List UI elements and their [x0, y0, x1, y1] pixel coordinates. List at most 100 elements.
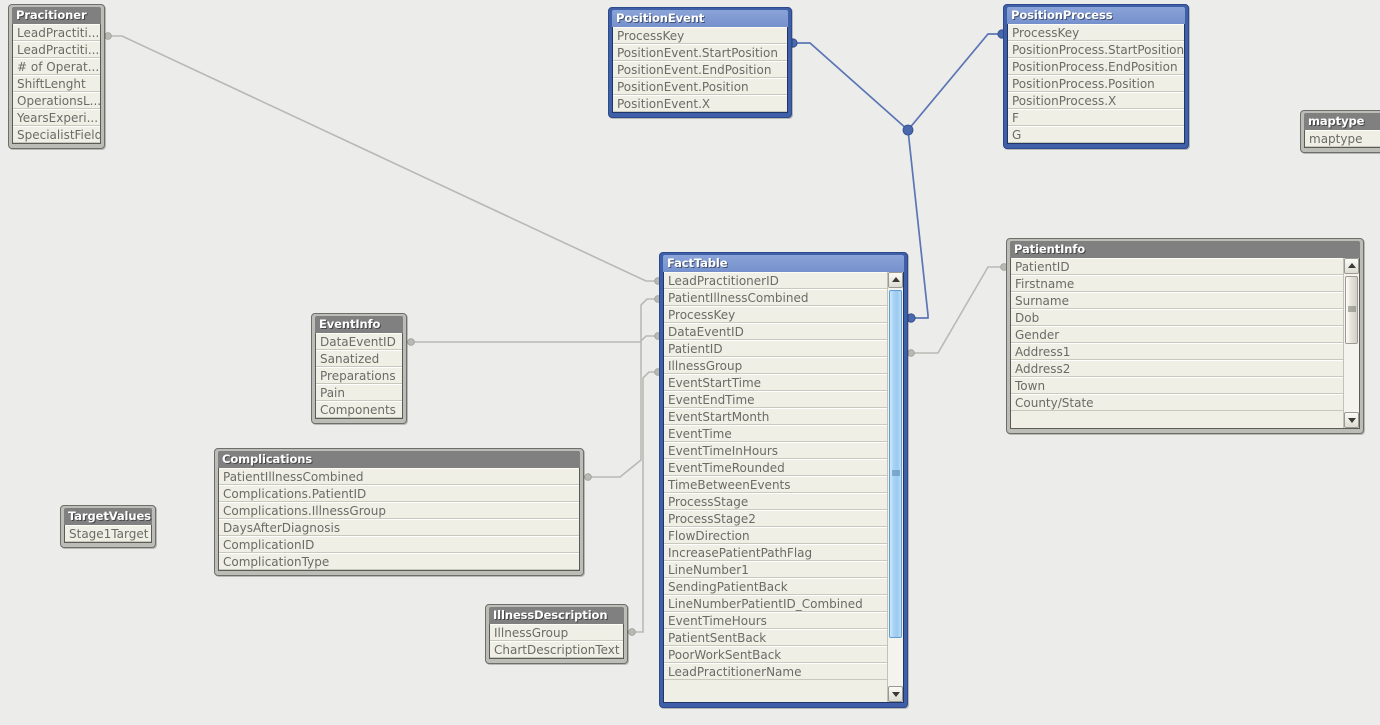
field-row[interactable]: ComplicationID	[219, 536, 579, 553]
field-row[interactable]: Complications.IllnessGroup	[219, 502, 579, 519]
field-row[interactable]: PositionProcess.Position	[1008, 75, 1184, 92]
field-row[interactable]: Components	[316, 401, 402, 418]
field-list: ProcessKey PositionProcess.StartPosition…	[1008, 24, 1184, 143]
field-row[interactable]: LeadPractitionerName	[664, 663, 887, 680]
table-body: ProcessKey PositionEvent.StartPosition P…	[612, 27, 788, 113]
field-row[interactable]: maptype	[1305, 130, 1380, 147]
field-row[interactable]: EventTimeHours	[664, 612, 887, 629]
vertical-scrollbar[interactable]	[1343, 258, 1359, 428]
field-row[interactable]: LeadPractitionerID	[664, 272, 887, 289]
scrollbar-track[interactable]	[1344, 274, 1359, 412]
table-pracitioner[interactable]: Pracitioner LeadPractiti... LeadPractiti…	[8, 4, 105, 149]
field-row[interactable]: PositionProcess.EndPosition	[1008, 58, 1184, 75]
field-row[interactable]: PositionProcess.StartPosition	[1008, 41, 1184, 58]
field-row[interactable]: Surname	[1011, 292, 1343, 309]
field-row[interactable]: PositionEvent.Position	[613, 78, 787, 95]
field-row[interactable]: ComplicationType	[219, 553, 579, 570]
field-row[interactable]: ShiftLenght	[13, 75, 100, 92]
field-row[interactable]: ProcessKey	[1008, 24, 1184, 41]
scrollbar-thumb[interactable]	[889, 290, 902, 638]
field-row[interactable]: EventStartMonth	[664, 408, 887, 425]
field-list: LeadPractitionerID PatientIllnessCombine…	[664, 272, 887, 702]
field-row[interactable]: IllnessGroup	[664, 357, 887, 374]
field-row[interactable]: SendingPatientBack	[664, 578, 887, 595]
field-row[interactable]: PatientIllnessCombined	[219, 468, 579, 485]
field-row[interactable]: F	[1008, 109, 1184, 126]
field-row[interactable]: LeadPractiti...	[13, 24, 100, 41]
field-row[interactable]: PatientIllnessCombined	[664, 289, 887, 306]
table-positionprocess[interactable]: PositionProcess ProcessKey PositionProce…	[1003, 4, 1189, 149]
field-list: IllnessGroup ChartDescriptionText	[490, 624, 623, 658]
field-row[interactable]: Firstname	[1011, 275, 1343, 292]
field-row[interactable]: PositionEvent.X	[613, 95, 787, 112]
field-row[interactable]: PositionProcess.X	[1008, 92, 1184, 109]
table-maptype[interactable]: maptype maptype	[1300, 110, 1380, 153]
field-row[interactable]: EventTimeRounded	[664, 459, 887, 476]
scroll-up-arrow-icon[interactable]	[888, 272, 903, 288]
field-row[interactable]: Preparations	[316, 367, 402, 384]
field-row[interactable]: TimeBetweenEvents	[664, 476, 887, 493]
field-row[interactable]: LeadPractiti...	[13, 41, 100, 58]
link-complications-facttable	[584, 295, 662, 481]
field-row[interactable]: Dob	[1011, 309, 1343, 326]
field-row[interactable]: County/State	[1011, 394, 1343, 411]
field-row[interactable]: Address1	[1011, 343, 1343, 360]
table-positionevent[interactable]: PositionEvent ProcessKey PositionEvent.S…	[608, 7, 792, 118]
table-patientinfo[interactable]: PatientInfo PatientID Firstname Surname …	[1006, 238, 1364, 434]
field-row[interactable]: PatientID	[664, 340, 887, 357]
link-positionprocess-junction	[907, 29, 1007, 131]
field-row[interactable]: LineNumber1	[664, 561, 887, 578]
table-eventinfo[interactable]: EventInfo DataEventID Sanatized Preparat…	[311, 313, 407, 424]
table-facttable[interactable]: FactTable LeadPractitionerID PatientIlln…	[659, 252, 908, 708]
field-row[interactable]: Pain	[316, 384, 402, 401]
field-row[interactable]: ProcessKey	[613, 27, 787, 44]
field-row[interactable]: IncreasePatientPathFlag	[664, 544, 887, 561]
field-row[interactable]: EventTimeInHours	[664, 442, 887, 459]
field-row[interactable]: ProcessKey	[664, 306, 887, 323]
scroll-down-arrow-icon[interactable]	[1344, 412, 1359, 428]
field-row[interactable]: IllnessGroup	[490, 624, 623, 641]
table-body: LeadPractiti... LeadPractiti... # of Ope…	[12, 24, 101, 144]
scrollbar-thumb[interactable]	[1345, 276, 1358, 344]
field-row[interactable]: Sanatized	[316, 350, 402, 367]
field-row[interactable]: EventStartTime	[664, 374, 887, 391]
table-complications[interactable]: Complications PatientIllnessCombined Com…	[214, 448, 584, 576]
field-row[interactable]: OperationsL...	[13, 92, 100, 109]
field-row[interactable]: ProcessStage2	[664, 510, 887, 527]
field-row[interactable]: PatientID	[1011, 258, 1343, 275]
field-row[interactable]: YearsExperi...	[13, 109, 100, 126]
link-eventinfo-facttable	[407, 332, 662, 346]
field-row[interactable]: Gender	[1011, 326, 1343, 343]
field-row[interactable]: FlowDirection	[664, 527, 887, 544]
field-row[interactable]: # of Operat...	[13, 58, 100, 75]
field-row[interactable]: PatientSentBack	[664, 629, 887, 646]
field-row[interactable]: Address2	[1011, 360, 1343, 377]
field-list: maptype	[1305, 130, 1380, 147]
table-title: PatientInfo	[1010, 241, 1360, 258]
field-row[interactable]: G	[1008, 126, 1184, 143]
vertical-scrollbar[interactable]	[887, 272, 903, 702]
table-illnessdescription[interactable]: IllnessDescription IllnessGroup ChartDes…	[485, 604, 628, 664]
field-row[interactable]: EventEndTime	[664, 391, 887, 408]
field-row[interactable]: LineNumberPatientID_Combined	[664, 595, 887, 612]
field-row[interactable]: DataEventID	[664, 323, 887, 340]
field-row[interactable]: PositionEvent.StartPosition	[613, 44, 787, 61]
field-row[interactable]: ProcessStage	[664, 493, 887, 510]
scroll-up-arrow-icon[interactable]	[1344, 258, 1359, 274]
field-row[interactable]: Complications.PatientID	[219, 485, 579, 502]
field-row[interactable]: PoorWorkSentBack	[664, 646, 887, 663]
field-row[interactable]: Stage1Target	[65, 525, 151, 542]
table-title: maptype	[1304, 113, 1380, 130]
field-row[interactable]: Town	[1011, 377, 1343, 394]
field-row[interactable]: SpecialistField	[13, 126, 100, 143]
schema-canvas[interactable]: Pracitioner LeadPractiti... LeadPractiti…	[0, 0, 1380, 725]
field-row[interactable]: PositionEvent.EndPosition	[613, 61, 787, 78]
table-title: PositionEvent	[612, 10, 788, 27]
scroll-down-arrow-icon[interactable]	[888, 686, 903, 702]
field-row[interactable]: DaysAfterDiagnosis	[219, 519, 579, 536]
table-targetvalues[interactable]: TargetValues Stage1Target	[60, 505, 156, 548]
field-row[interactable]: EventTime	[664, 425, 887, 442]
field-row[interactable]: DataEventID	[316, 333, 402, 350]
scrollbar-track[interactable]	[888, 288, 903, 686]
field-row[interactable]: ChartDescriptionText	[490, 641, 623, 658]
